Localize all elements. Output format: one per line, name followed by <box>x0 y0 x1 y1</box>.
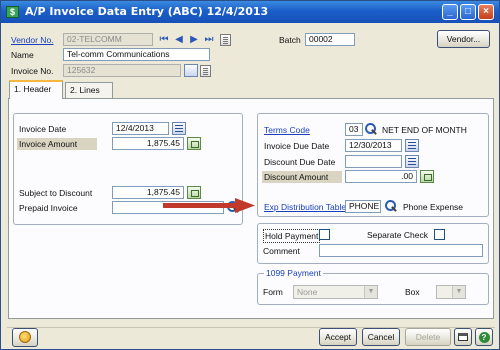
calculator-icon[interactable] <box>420 170 434 183</box>
comment-label: Comment <box>263 246 300 256</box>
discount-due-date-label: Discount Due Date <box>264 157 336 167</box>
hold-payment-checkbox[interactable] <box>319 229 330 240</box>
invoice-no-label: Invoice No. <box>11 66 54 76</box>
invoice-memo-icon[interactable] <box>200 65 211 77</box>
window-title: A/P Invoice Data Entry (ABC) 12/4/2013 <box>25 5 269 18</box>
first-record-icon[interactable]: ⏮ <box>158 35 170 45</box>
invoice-due-date-field[interactable]: 12/30/2013 <box>345 139 402 152</box>
printer-icon <box>458 333 468 341</box>
payment-1099-caption: 1099 Payment <box>264 267 323 279</box>
accept-button[interactable]: Accept <box>319 328 357 346</box>
exp-distribution-label[interactable]: Exp Distribution Table <box>264 201 346 213</box>
discount-amount-field[interactable]: .00 <box>345 170 417 183</box>
chevron-down-icon[interactable]: ▼ <box>452 286 465 298</box>
batch-label: Batch <box>279 35 301 45</box>
terms-code-label[interactable]: Terms Code <box>264 124 310 136</box>
terms-description: NET END OF MONTH <box>382 125 467 135</box>
separate-check-label: Separate Check <box>367 230 428 240</box>
exp-description: Phone Expense <box>403 202 464 212</box>
chevron-down-icon[interactable]: ▼ <box>364 286 377 298</box>
comment-field[interactable] <box>319 244 483 257</box>
invoice-date-label: Invoice Date <box>19 124 67 134</box>
terms-code-field[interactable]: 03 <box>345 123 363 136</box>
vendor-button[interactable]: Vendor... <box>437 30 490 48</box>
print-button[interactable] <box>454 328 472 346</box>
hold-payment-label: Hold Payment <box>263 229 321 243</box>
invoice-due-date-label: Invoice Due Date <box>264 141 330 151</box>
title-bar[interactable]: $ A/P Invoice Data Entry (ABC) 12/4/2013… <box>1 1 499 23</box>
app-icon: $ <box>6 6 19 18</box>
invoice-lookup-button[interactable] <box>184 64 198 77</box>
subject-to-discount-label: Subject to Discount <box>19 188 93 198</box>
invoice-window: $ A/P Invoice Data Entry (ABC) 12/4/2013… <box>0 0 500 350</box>
previous-record-icon[interactable]: ◀ <box>173 35 185 45</box>
exp-lookup-icon[interactable] <box>385 200 397 212</box>
last-record-icon[interactable]: ⏭ <box>203 35 215 45</box>
invoice-amount-label: Invoice Amount <box>17 138 97 150</box>
tab-header[interactable]: 1. Header <box>9 80 63 99</box>
maximize-icon[interactable]: □ <box>460 4 476 20</box>
help-icon <box>19 331 31 343</box>
prepaid-invoice-label: Prepaid Invoice <box>19 203 78 213</box>
discount-amount-label: Discount Amount <box>262 171 342 183</box>
help-button[interactable] <box>12 328 38 347</box>
help-question-button[interactable]: ? <box>475 328 493 346</box>
vendor-no-label[interactable]: Vendor No. <box>11 34 54 46</box>
tab-lines-label: 2. Lines <box>70 85 100 95</box>
box-label: Box <box>405 287 420 297</box>
vendor-name-field[interactable]: Tel-comm Communications <box>63 48 210 61</box>
next-record-icon[interactable]: ▶ <box>188 35 200 45</box>
question-icon: ? <box>478 332 490 343</box>
calendar-icon[interactable] <box>172 122 186 135</box>
box-select[interactable]: ▼ <box>436 285 466 299</box>
batch-field[interactable]: 00002 <box>305 33 355 46</box>
vendor-no-field[interactable]: 02-TELCOMM <box>63 33 153 46</box>
cancel-button[interactable]: Cancel <box>362 328 400 346</box>
arrow-shape <box>163 198 255 213</box>
tab-header-label: 1. Header <box>14 84 52 94</box>
calculator-icon[interactable] <box>187 137 201 150</box>
memo-icon[interactable] <box>220 34 231 46</box>
terms-lookup-icon[interactable] <box>365 123 377 135</box>
calendar-icon[interactable] <box>405 155 419 168</box>
invoice-date-field[interactable]: 12/4/2013 <box>112 122 169 135</box>
form-label: Form <box>263 287 283 297</box>
form-select-value: None <box>297 287 318 297</box>
red-arrow-annotation <box>163 198 255 213</box>
name-label: Name <box>11 50 34 60</box>
exp-distribution-field[interactable]: PHONE <box>345 200 381 213</box>
discount-due-date-field[interactable] <box>345 155 402 168</box>
calendar-icon[interactable] <box>405 139 419 152</box>
form-select[interactable]: None ▼ <box>293 285 378 299</box>
separate-check-checkbox[interactable] <box>434 229 445 240</box>
delete-button[interactable]: Delete <box>405 328 451 346</box>
close-icon[interactable]: × <box>478 4 494 20</box>
minimize-icon[interactable]: _ <box>442 4 458 20</box>
tab-lines[interactable]: 2. Lines <box>65 82 113 99</box>
invoice-amount-field[interactable]: 1,875.45 <box>112 137 184 150</box>
invoice-no-field[interactable]: 125632 <box>63 64 181 77</box>
